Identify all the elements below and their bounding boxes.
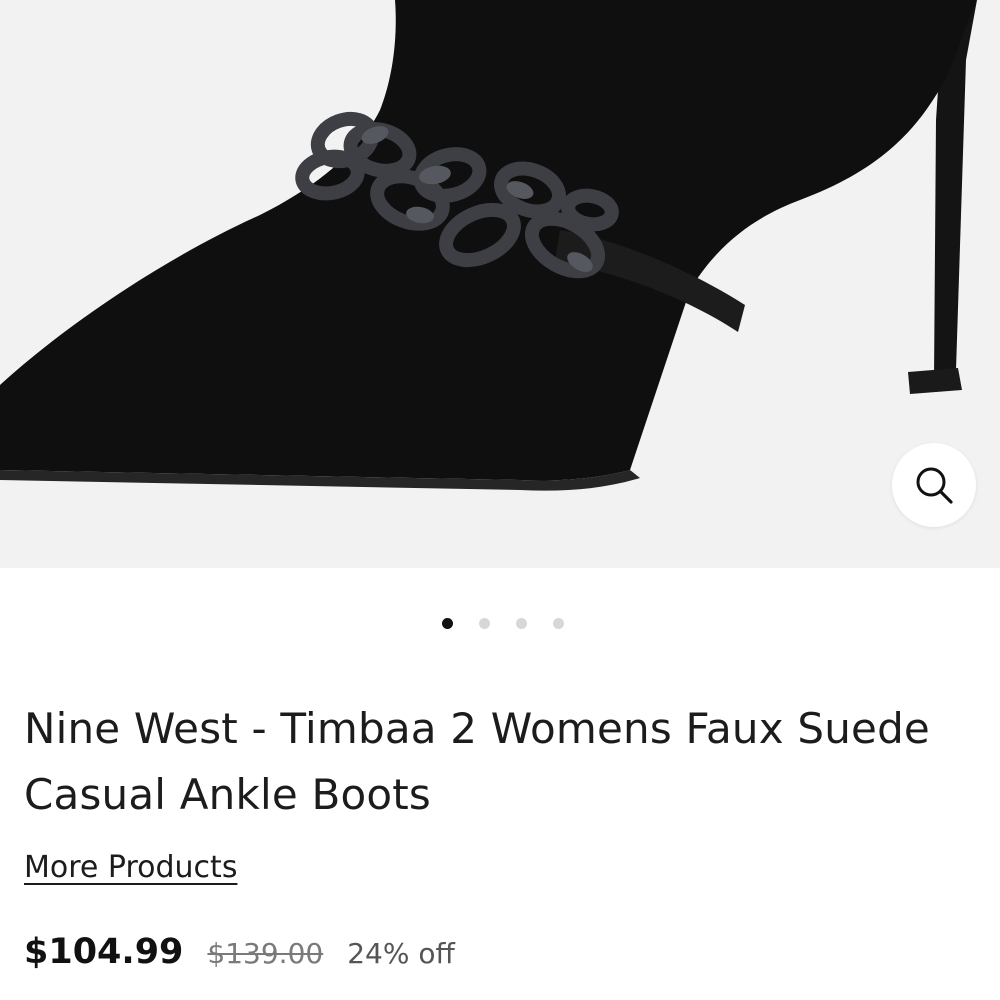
product-image-gallery[interactable] [0,0,1000,568]
image-pagination-dots [3,618,1000,634]
discount-label: 24% off [347,937,455,970]
price-current: $104.99 [24,932,184,972]
price-row: $104.99 $139.00 24% off [24,932,455,972]
pagination-dot-1[interactable] [442,618,453,629]
pagination-dot-2[interactable] [479,618,490,629]
more-products-link[interactable]: More Products [24,848,237,888]
price-original: $139.00 [207,937,324,970]
pagination-dot-3[interactable] [516,618,527,629]
product-page: Nine West - Timbaa 2 Womens Faux Suede C… [0,0,1000,1000]
product-title: Nine West - Timbaa 2 Womens Faux Suede C… [24,704,930,819]
product-image[interactable] [0,0,1000,568]
zoom-button[interactable] [892,443,976,527]
pagination-dot-4[interactable] [553,618,564,629]
search-icon [916,467,953,504]
